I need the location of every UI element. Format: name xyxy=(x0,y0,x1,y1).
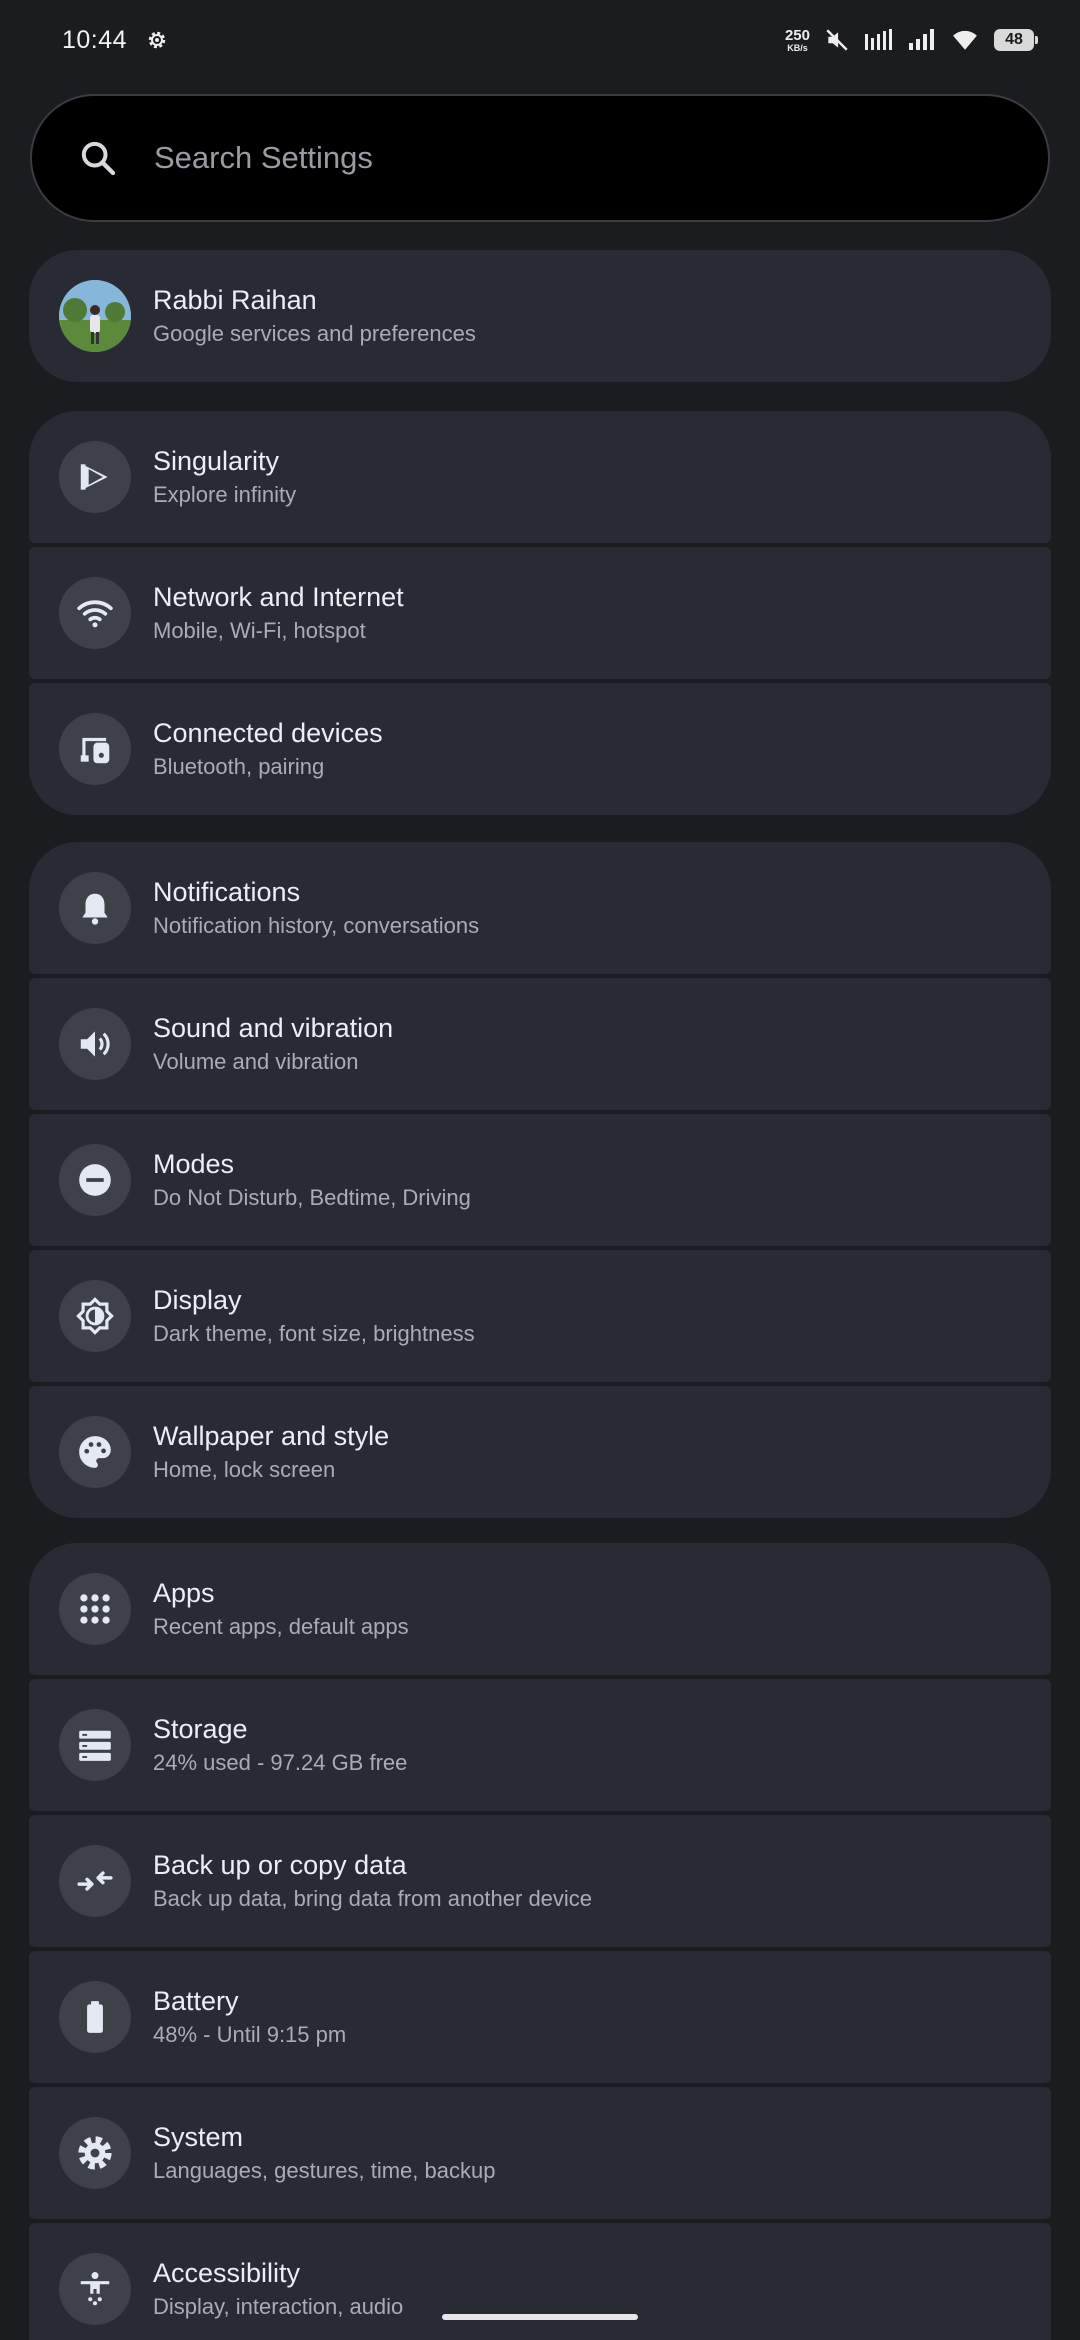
net-speed-value: 250 xyxy=(784,26,810,44)
settings-item-subtitle: Do Not Disturb, Bedtime, Driving xyxy=(153,1185,471,1210)
wifi-status-icon xyxy=(953,30,977,50)
settings-item-backup[interactable]: Back up or copy data Back up data, bring… xyxy=(29,1815,1051,1947)
settings-item-network[interactable]: Network and Internet Mobile, Wi-Fi, hots… xyxy=(29,547,1051,679)
settings-item-display[interactable]: Display Dark theme, font size, brightnes… xyxy=(29,1250,1051,1382)
settings-item-title: Display xyxy=(153,1285,242,1315)
settings-item-accessibility[interactable]: Accessibility Display, interaction, audi… xyxy=(29,2223,1051,2340)
cell-signal-icon xyxy=(909,29,934,50)
settings-item-title: Accessibility xyxy=(153,2258,301,2288)
settings-item-connected-devices[interactable]: Connected devices Bluetooth, pairing xyxy=(29,683,1051,815)
settings-group-personalization: Notifications Notification history, conv… xyxy=(29,842,1051,1518)
settings-item-title: Wallpaper and style xyxy=(153,1421,390,1451)
settings-item-subtitle: Explore infinity xyxy=(153,482,297,507)
settings-item-subtitle: Recent apps, default apps xyxy=(153,1614,409,1639)
settings-screen: 10:44 250 KB/s 48 Search Settings Rabbi … xyxy=(0,0,1080,2340)
settings-item-wallpaper[interactable]: Wallpaper and style Home, lock screen xyxy=(29,1386,1051,1518)
wifi-icon xyxy=(59,577,131,649)
devices-icon xyxy=(59,713,131,785)
settings-item-singularity[interactable]: Singularity Explore infinity xyxy=(29,411,1051,543)
settings-group-connectivity: Singularity Explore infinity Network and… xyxy=(29,411,1051,815)
net-speed-unit: KB/s xyxy=(787,42,808,53)
settings-item-subtitle: 48% - Until 9:15 pm xyxy=(153,2022,347,2047)
settings-item-subtitle: Volume and vibration xyxy=(153,1049,359,1074)
settings-item-sound[interactable]: Sound and vibration Volume and vibration xyxy=(29,978,1051,1110)
storage-icon xyxy=(59,1709,131,1781)
status-bar: 10:44 250 KB/s 48 xyxy=(0,0,1080,80)
settings-item-title: Sound and vibration xyxy=(153,1013,394,1043)
settings-item-subtitle: Languages, gestures, time, backup xyxy=(153,2158,496,2183)
settings-item-title: Apps xyxy=(153,1578,215,1608)
home-indicator[interactable] xyxy=(442,2314,638,2320)
settings-item-system[interactable]: System Languages, gestures, time, backup xyxy=(29,2087,1051,2219)
battery-icon xyxy=(59,1981,131,2053)
net-speed: 250 KB/s xyxy=(785,28,810,53)
settings-item-subtitle: Bluetooth, pairing xyxy=(153,754,325,779)
settings-item-title: Singularity xyxy=(153,446,280,476)
settings-item-title: Storage xyxy=(153,1714,248,1744)
search-bar[interactable]: Search Settings xyxy=(30,94,1050,222)
settings-item-modes[interactable]: Modes Do Not Disturb, Bedtime, Driving xyxy=(29,1114,1051,1246)
apps-grid-icon xyxy=(59,1573,131,1645)
settings-item-title: Connected devices xyxy=(153,718,383,748)
gear-icon xyxy=(59,2117,131,2189)
settings-item-subtitle: Dark theme, font size, brightness xyxy=(153,1321,475,1346)
account-name: Rabbi Raihan xyxy=(153,285,317,315)
settings-item-subtitle: 24% used - 97.24 GB free xyxy=(153,1750,408,1775)
search-icon xyxy=(81,141,116,176)
palette-icon xyxy=(59,1416,131,1488)
settings-item-subtitle: Mobile, Wi-Fi, hotspot xyxy=(153,618,366,643)
speaker-icon xyxy=(59,1008,131,1080)
avatar xyxy=(59,280,131,352)
bell-icon xyxy=(59,872,131,944)
transfer-icon xyxy=(59,1845,131,1917)
status-time: 10:44 xyxy=(62,25,128,54)
account-subtitle: Google services and preferences xyxy=(153,321,476,346)
status-icons: 250 KB/s 48 xyxy=(785,22,1038,58)
settings-item-title: Network and Internet xyxy=(153,582,404,612)
settings-item-storage[interactable]: Storage 24% used - 97.24 GB free xyxy=(29,1679,1051,1811)
settings-item-subtitle: Notification history, conversations xyxy=(153,913,480,938)
settings-item-subtitle: Back up data, bring data from another de… xyxy=(153,1886,593,1911)
account-group: Rabbi Raihan Google services and prefere… xyxy=(29,250,1051,382)
do-not-disturb-icon xyxy=(59,1144,131,1216)
settings-item-apps[interactable]: Apps Recent apps, default apps xyxy=(29,1543,1051,1675)
settings-group-system: Apps Recent apps, default apps Storage 2… xyxy=(29,1543,1051,2340)
settings-item-battery[interactable]: Battery 48% - Until 9:15 pm xyxy=(29,1951,1051,2083)
settings-item-notifications[interactable]: Notifications Notification history, conv… xyxy=(29,842,1051,974)
battery-indicator: 48 xyxy=(994,29,1038,51)
brightness-icon xyxy=(59,1280,131,1352)
accessibility-icon xyxy=(59,2253,131,2325)
volte-signal-icon xyxy=(865,29,892,50)
account-row[interactable]: Rabbi Raihan Google services and prefere… xyxy=(29,250,1051,382)
mute-icon xyxy=(826,29,848,51)
settings-item-title: Back up or copy data xyxy=(153,1850,407,1880)
search-placeholder: Search Settings xyxy=(154,140,373,175)
settings-gear-status-icon xyxy=(148,31,166,49)
settings-item-title: System xyxy=(153,2122,244,2152)
settings-item-title: Modes xyxy=(153,1149,235,1179)
settings-item-title: Battery xyxy=(153,1986,239,2016)
settings-item-title: Notifications xyxy=(153,877,301,907)
singularity-icon xyxy=(59,441,131,513)
settings-item-subtitle: Display, interaction, audio xyxy=(153,2294,404,2319)
settings-item-subtitle: Home, lock screen xyxy=(153,1457,336,1482)
